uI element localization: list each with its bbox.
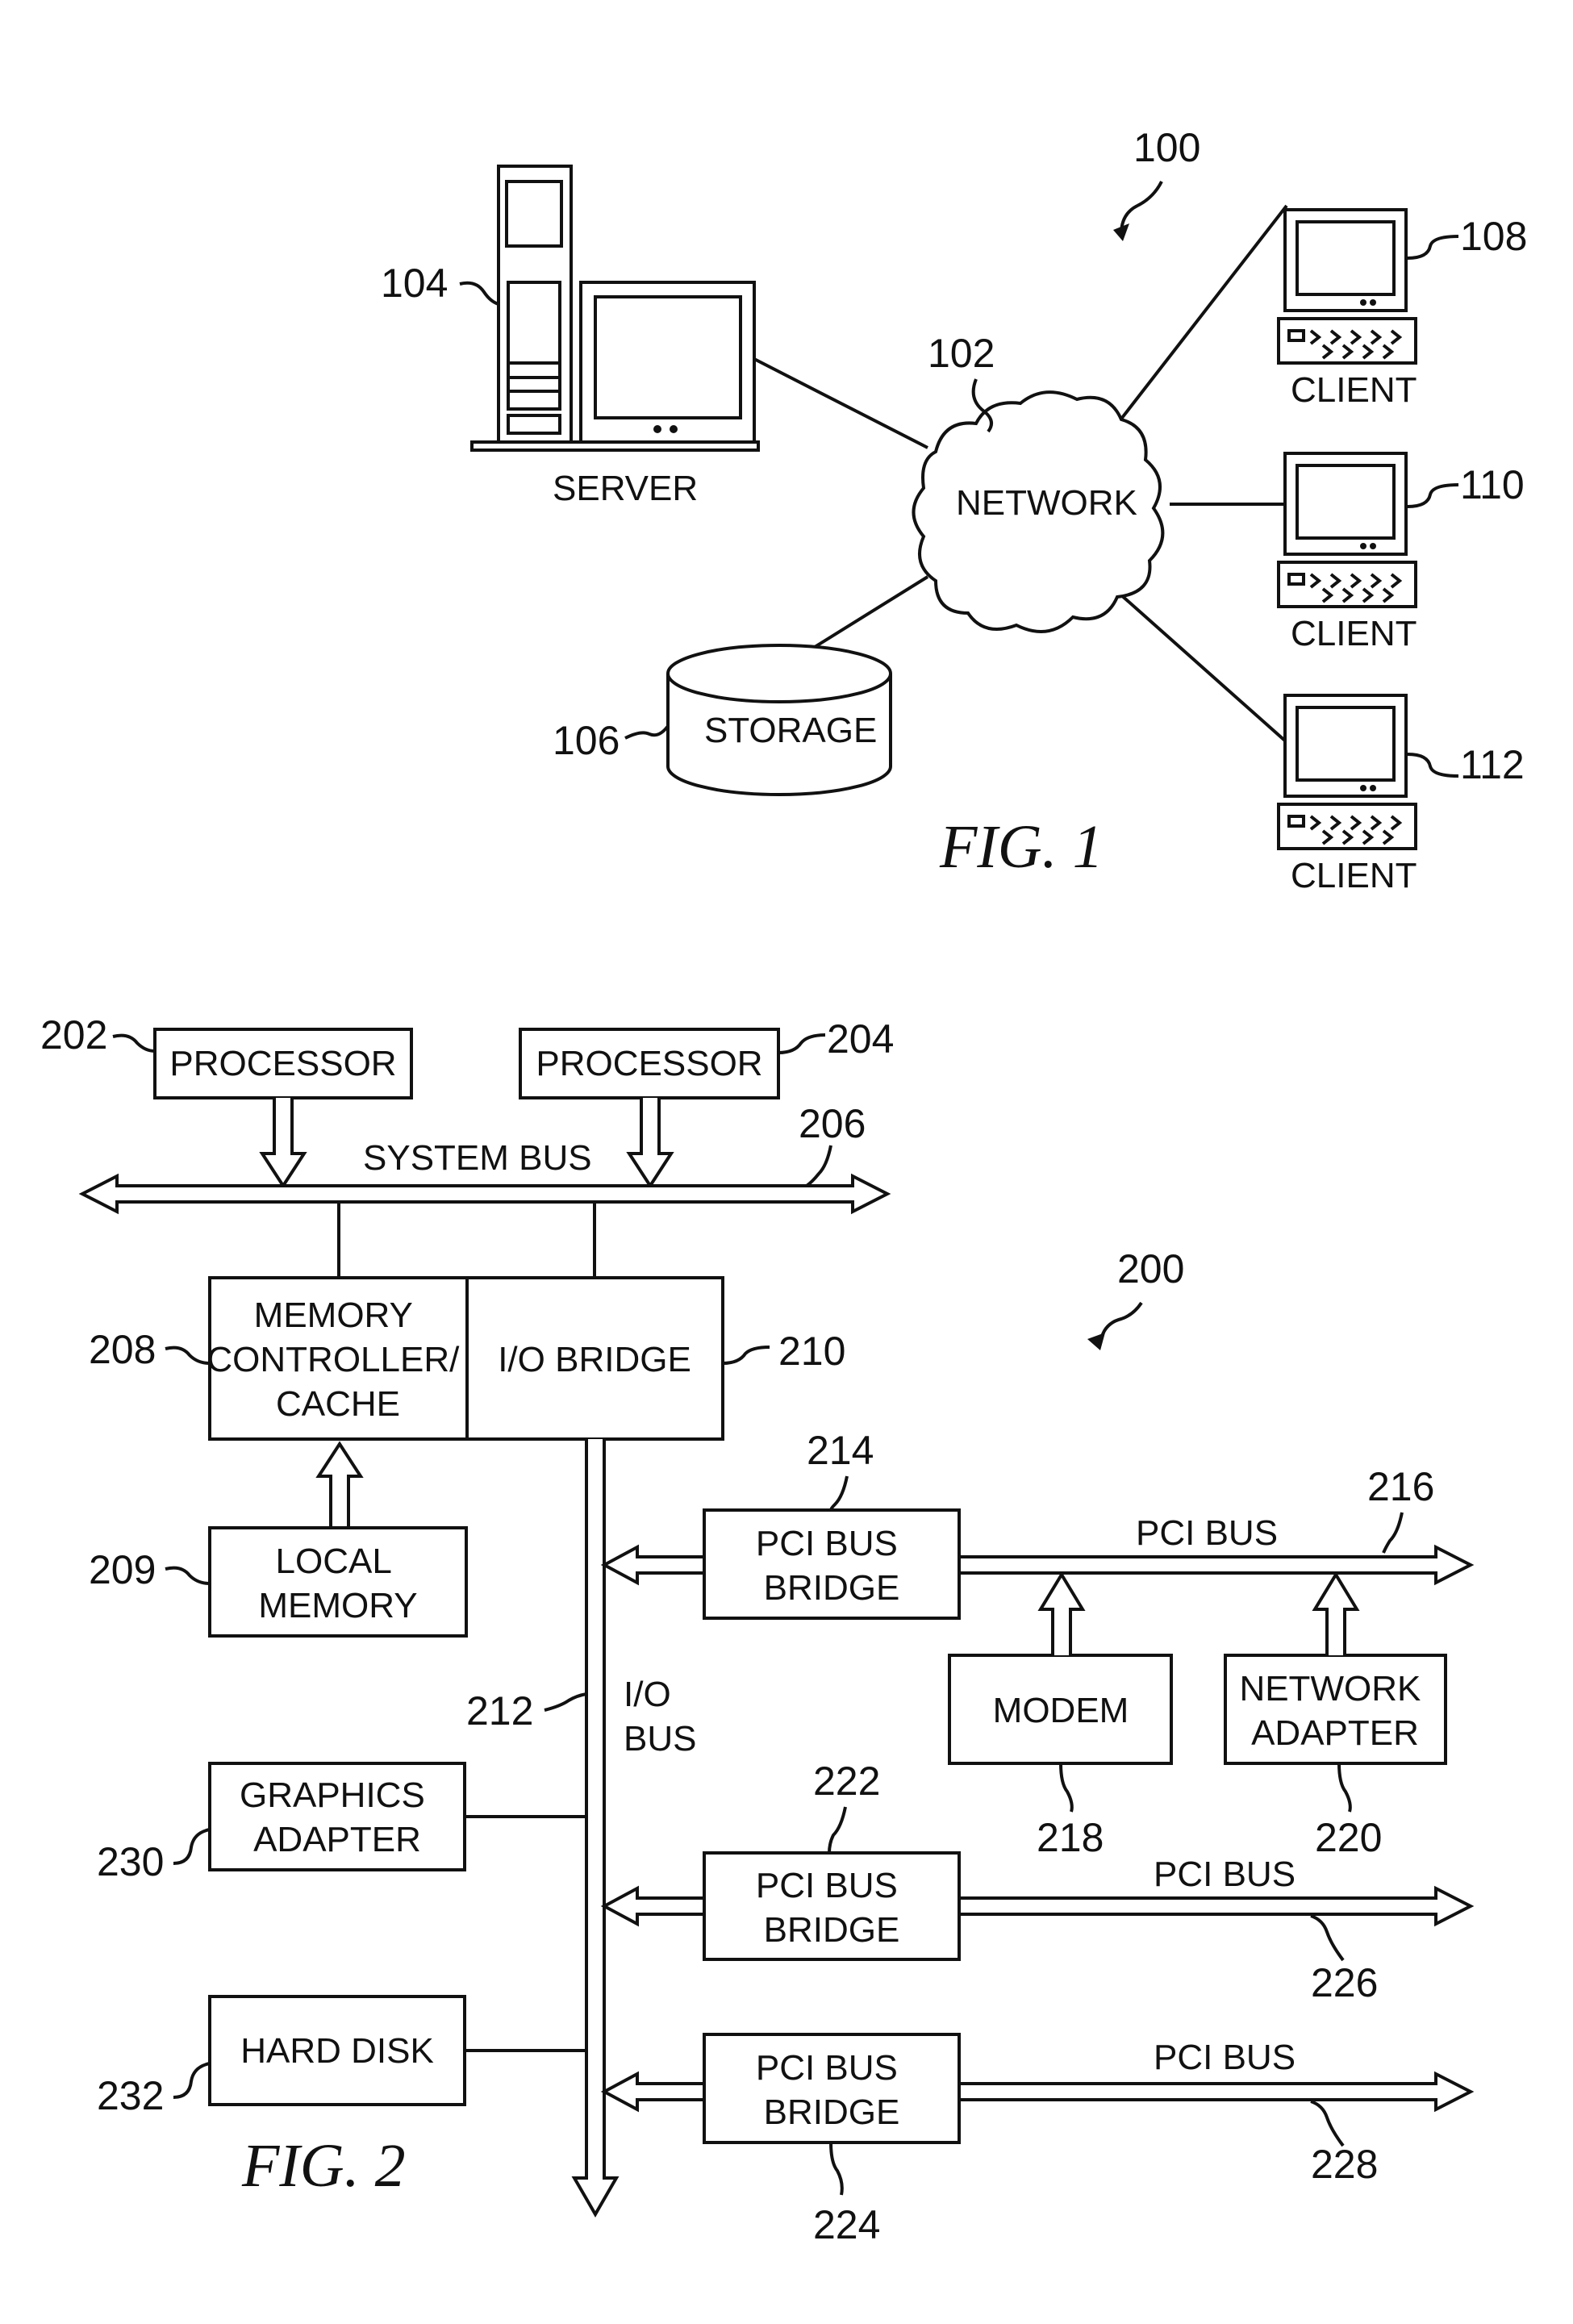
network-ref: 102 xyxy=(928,331,995,376)
pci-bridge-222-ref-leader xyxy=(828,1806,847,1854)
network-label: NETWORK xyxy=(956,483,1137,523)
system-ref-100: 100 xyxy=(1133,125,1200,170)
processor-204-label: PROCESSOR xyxy=(536,1044,762,1083)
modem-ref-leader xyxy=(1059,1763,1074,1813)
pci-bridge-224-ref: 224 xyxy=(813,2202,880,2247)
client-110-ref-leader xyxy=(1407,483,1459,508)
patent-drawing-sheet: 100 104 SERVER NETWORK 102 STORAGE 106 C… xyxy=(40,125,1527,2247)
modem-ref: 218 xyxy=(1037,1815,1104,1860)
system-bus-ref: 206 xyxy=(799,1101,866,1146)
system-bus-arrow xyxy=(78,1173,891,1215)
processor-202-ref-leader xyxy=(112,1033,156,1053)
iobridge-ref-leader xyxy=(722,1346,770,1365)
network-adapter-ref-leader xyxy=(1337,1763,1352,1813)
figure-2-caption: FIG. 2 xyxy=(241,2132,406,2200)
modem-to-pci-bus-arrow xyxy=(1037,1571,1086,1655)
system-bus-ref-leader xyxy=(805,1145,832,1187)
link-server-network xyxy=(753,357,928,449)
client-110-ref: 110 xyxy=(1460,462,1525,507)
server-ref-leader xyxy=(459,281,499,306)
iobridge-ref: 210 xyxy=(778,1329,845,1374)
client-108-ref-leader xyxy=(1407,235,1459,260)
storage-ref-leader xyxy=(624,724,670,740)
pci-bus-216-ref-leader xyxy=(1382,1512,1404,1554)
client-112-label: CLIENT xyxy=(1291,856,1417,895)
ref-200-leader xyxy=(1099,1301,1143,1340)
processor-204-bus-arrow xyxy=(626,1098,674,1189)
graphics-adapter-ref-leader xyxy=(173,1828,211,1865)
client-computer-icon xyxy=(1277,452,1417,608)
pci-bus-228-ref: 228 xyxy=(1311,2142,1378,2187)
io-bus-arrow xyxy=(571,1439,620,2218)
figure-1: 100 104 SERVER NETWORK 102 STORAGE 106 C… xyxy=(381,125,1527,895)
pci-bus-226-ref-leader xyxy=(1310,1914,1345,1962)
processor-202-bus-arrow xyxy=(259,1098,307,1189)
client-computer-icon xyxy=(1277,694,1417,850)
localmem-to-memctrl-arrow xyxy=(315,1441,364,1528)
io-bus-ref-leader xyxy=(544,1692,587,1712)
client-computer-icon xyxy=(1277,208,1417,365)
link-network-client-112 xyxy=(1104,579,1288,744)
iobridge-label: I/O BRIDGE xyxy=(498,1340,691,1379)
client-108-ref: 108 xyxy=(1460,214,1527,259)
processor-202-label: PROCESSOR xyxy=(169,1044,396,1083)
hard-disk-ref: 232 xyxy=(97,2073,164,2118)
local-memory-ref-leader xyxy=(165,1566,211,1585)
server-label: SERVER xyxy=(553,469,698,508)
local-memory-ref: 209 xyxy=(89,1547,156,1592)
link-network-client-108 xyxy=(1104,204,1288,441)
pci-bus-216-ref: 216 xyxy=(1367,1464,1434,1509)
pci-bridge-214-ref-leader xyxy=(829,1475,849,1511)
system-ref-200: 200 xyxy=(1117,1246,1184,1291)
server-icon xyxy=(470,165,760,452)
memctrl-ref: 208 xyxy=(89,1327,156,1372)
network-adapter-ref: 220 xyxy=(1315,1815,1382,1860)
hard-disk-ref-leader xyxy=(173,2062,211,2099)
client-108-label: CLIENT xyxy=(1291,370,1417,410)
figure-2: 200 PROCESSOR 202 PROCESSOR 204 SYSTEM B… xyxy=(40,1012,1475,2247)
network-adapter-to-pci-bus-arrow xyxy=(1312,1571,1360,1655)
memctrl-ref-leader xyxy=(165,1346,211,1365)
pci-bridge-222-ref: 222 xyxy=(813,1759,880,1804)
client-112-ref: 112 xyxy=(1460,742,1525,787)
server-ref: 104 xyxy=(381,261,448,306)
pci-bridge-214-to-iobus-arrow xyxy=(600,1544,706,1586)
pci-bus-226-label: PCI BUS xyxy=(1154,1855,1296,1894)
pci-bus-226-ref: 226 xyxy=(1311,1960,1378,2005)
pci-bridge-222-to-iobus-arrow xyxy=(600,1885,706,1927)
pci-bridge-214-ref: 214 xyxy=(807,1428,874,1473)
processor-204-ref-leader xyxy=(778,1033,826,1054)
io-bus-label: I/O BUS xyxy=(624,1675,696,1759)
storage-ref: 106 xyxy=(553,718,620,763)
pci-bus-228-label: PCI BUS xyxy=(1154,2038,1296,2077)
client-110: CLIENT 110 xyxy=(1277,452,1525,653)
hard-disk-label: HARD DISK xyxy=(240,2031,434,2071)
io-bus-ref: 212 xyxy=(466,1688,533,1734)
system-bus-label: SYSTEM BUS xyxy=(363,1138,592,1178)
client-108: CLIENT 108 xyxy=(1277,208,1527,410)
processor-204-ref: 204 xyxy=(827,1016,894,1062)
pci-bridge-224-to-iobus-arrow xyxy=(600,2071,706,2113)
pci-bus-228-arrow xyxy=(958,2071,1475,2113)
client-110-label: CLIENT xyxy=(1291,614,1417,653)
ref-200-arrowhead xyxy=(1087,1333,1105,1350)
client-112: CLIENT 112 xyxy=(1277,694,1525,895)
pci-bus-216-label: PCI BUS xyxy=(1136,1513,1278,1553)
figure-1-caption: FIG. 1 xyxy=(939,813,1104,881)
modem-label: MODEM xyxy=(993,1691,1129,1730)
processor-202-ref: 202 xyxy=(40,1012,107,1058)
client-112-ref-leader xyxy=(1407,753,1459,778)
storage-label: STORAGE xyxy=(704,711,877,750)
pci-bus-228-ref-leader xyxy=(1310,2100,1345,2147)
graphics-adapter-ref: 230 xyxy=(97,1839,164,1884)
pci-bridge-224-ref-leader xyxy=(829,2142,844,2196)
